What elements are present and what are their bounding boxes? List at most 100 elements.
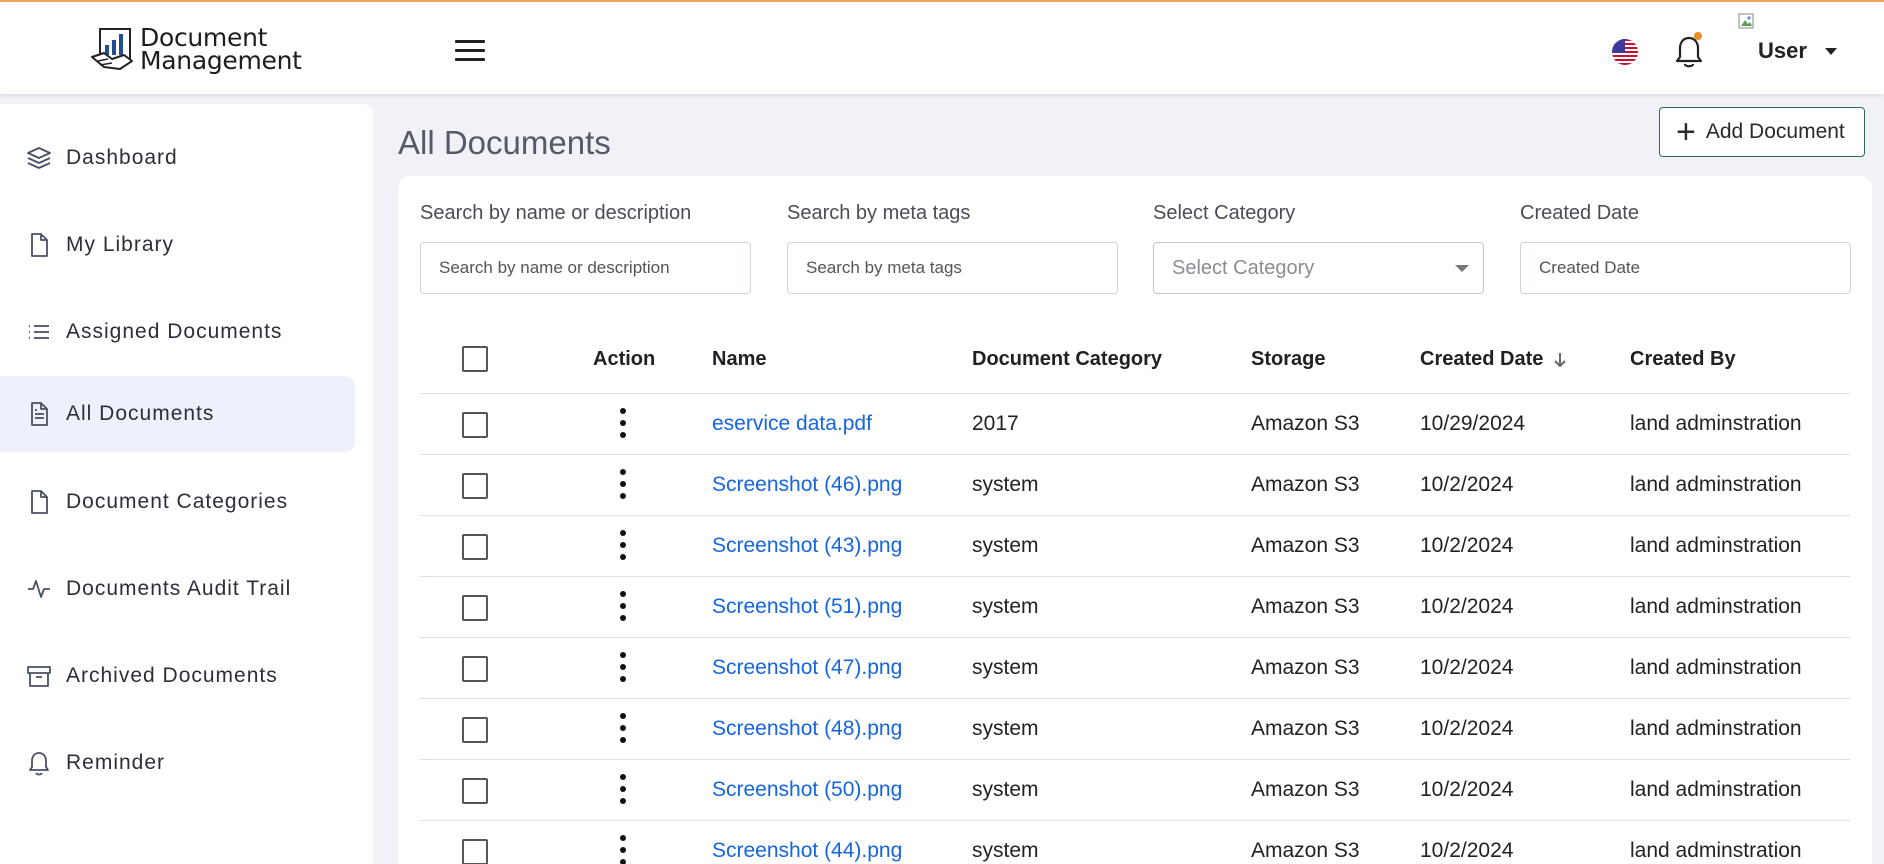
- select-all-checkbox[interactable]: [462, 346, 488, 372]
- sidebar-item-label: Reminder: [66, 751, 166, 774]
- column-header-created-date[interactable]: Created Date: [1420, 348, 1569, 371]
- document-category-cell: system: [972, 473, 1039, 496]
- column-header-storage[interactable]: Storage: [1251, 348, 1325, 371]
- created-date-cell: 10/2/2024: [1420, 778, 1514, 801]
- user-menu[interactable]: User: [1758, 38, 1837, 64]
- created-by-cell: land adminstration: [1630, 595, 1802, 618]
- document-name-link[interactable]: eservice data.pdf: [712, 412, 872, 436]
- column-header-created-by[interactable]: Created By: [1630, 348, 1736, 371]
- row-checkbox[interactable]: [462, 595, 488, 621]
- document-name-link[interactable]: Screenshot (46).png: [712, 473, 902, 497]
- sidebar-item-label: Documents Audit Trail: [66, 577, 292, 600]
- more-vertical-icon[interactable]: [618, 530, 628, 560]
- more-vertical-icon[interactable]: [618, 835, 628, 864]
- category-select-value: Select Category: [1172, 256, 1315, 279]
- document-name-link[interactable]: Screenshot (44).png: [712, 839, 902, 863]
- logo-icon: [91, 28, 133, 70]
- document-category-cell: system: [972, 778, 1039, 801]
- created-by-cell: land adminstration: [1630, 656, 1802, 679]
- column-header-name[interactable]: Name: [712, 348, 766, 371]
- more-vertical-icon[interactable]: [618, 652, 628, 682]
- name-search-input[interactable]: Search by name or description: [420, 242, 751, 294]
- created-by-cell: land adminstration: [1630, 839, 1802, 862]
- row-checkbox[interactable]: [462, 656, 488, 682]
- category-select[interactable]: Select Category: [1153, 242, 1484, 294]
- arrow-down-icon: [1554, 352, 1567, 367]
- created-by-cell: land adminstration: [1630, 717, 1802, 740]
- documents-card: Search by name or description Search by …: [398, 176, 1872, 864]
- table-row: Screenshot (48).png system Amazon S3 10/2/2…: [420, 699, 1850, 760]
- document-name-link[interactable]: Screenshot (47).png: [712, 656, 902, 680]
- sidebar-item-archived-documents[interactable]: Archived Documents: [0, 638, 355, 714]
- row-checkbox[interactable]: [462, 839, 488, 864]
- created-date-placeholder: Created Date: [1539, 258, 1641, 277]
- created-date-cell: 10/2/2024: [1420, 717, 1514, 740]
- sidebar-item-documents-audit-trail[interactable]: Documents Audit Trail: [0, 551, 355, 627]
- created-date-cell: 10/29/2024: [1420, 412, 1526, 435]
- storage-cell: Amazon S3: [1251, 656, 1360, 679]
- more-vertical-icon[interactable]: [618, 774, 628, 804]
- storage-cell: Amazon S3: [1251, 595, 1360, 618]
- page-title: All Documents: [398, 124, 611, 161]
- sidebar-item-my-library[interactable]: My Library: [0, 207, 355, 283]
- category-select-label: Select Category: [1153, 202, 1296, 224]
- storage-cell: Amazon S3: [1251, 778, 1360, 801]
- table-row: Screenshot (50).png system Amazon S3 10/2/2…: [420, 760, 1850, 821]
- document-name-link[interactable]: Screenshot (43).png: [712, 534, 902, 558]
- document-name-link[interactable]: Screenshot (50).png: [712, 778, 902, 802]
- storage-cell: Amazon S3: [1251, 839, 1360, 862]
- sidebar-item-label: Document Categories: [66, 490, 289, 513]
- created-date-cell: 10/2/2024: [1420, 656, 1514, 679]
- column-header-category[interactable]: Document Category: [972, 348, 1162, 371]
- document-category-cell: system: [972, 839, 1039, 862]
- meta-tags-input[interactable]: Search by meta tags: [787, 242, 1118, 294]
- avatar[interactable]: [1737, 10, 1759, 32]
- add-document-label: Add Document: [1705, 120, 1845, 143]
- created-date-cell: 10/2/2024: [1420, 595, 1514, 618]
- sidebar-item-assigned-documents[interactable]: Assigned Documents: [0, 294, 355, 370]
- row-checkbox[interactable]: [462, 778, 488, 804]
- sidebar-item-document-categories[interactable]: Document Categories: [0, 464, 355, 540]
- table-row: Screenshot (51).png system Amazon S3 10/2/2…: [420, 577, 1850, 638]
- plus-icon: +: [1676, 113, 1696, 151]
- table-row: Screenshot (44).png system Amazon S3 10/2/2…: [420, 821, 1850, 864]
- more-vertical-icon[interactable]: [618, 713, 628, 743]
- more-vertical-icon[interactable]: [618, 469, 628, 499]
- sidebar-item-all-documents[interactable]: All Documents: [0, 376, 355, 452]
- storage-cell: Amazon S3: [1251, 412, 1360, 435]
- document-name-link[interactable]: Screenshot (48).png: [712, 717, 902, 741]
- activity-icon: [26, 576, 52, 602]
- add-document-button[interactable]: + Add Document: [1659, 107, 1865, 157]
- table-row: Screenshot (47).png system Amazon S3 10/2/2…: [420, 638, 1850, 699]
- column-header-action: Action: [593, 348, 656, 370]
- created-date-cell: 10/2/2024: [1420, 473, 1514, 496]
- archive-icon: [26, 663, 52, 689]
- sidebar: Dashboard My Library Assigned Documents …: [0, 104, 373, 864]
- meta-tags-placeholder: Search by meta tags: [806, 258, 962, 277]
- created-date-input[interactable]: Created Date: [1520, 242, 1851, 294]
- created-date-cell: 10/2/2024: [1420, 839, 1514, 862]
- bell-icon: [26, 750, 52, 776]
- column-header-created-date-label: Created Date: [1420, 348, 1544, 370]
- sidebar-item-label: Assigned Documents: [66, 320, 283, 343]
- table-row: Screenshot (43).png system Amazon S3 10/2/2…: [420, 516, 1850, 577]
- row-checkbox[interactable]: [462, 412, 488, 438]
- row-checkbox[interactable]: [462, 473, 488, 499]
- app-logo[interactable]: Document Management: [90, 22, 320, 76]
- document-name-link[interactable]: Screenshot (51).png: [712, 595, 902, 619]
- row-checkbox[interactable]: [462, 717, 488, 743]
- meta-tags-label: Search by meta tags: [787, 202, 971, 224]
- more-vertical-icon[interactable]: [618, 408, 628, 438]
- storage-cell: Amazon S3: [1251, 717, 1360, 740]
- top-bar: Document Management User: [0, 0, 1884, 94]
- notification-bell-icon[interactable]: [1674, 32, 1704, 70]
- file-icon: [26, 489, 52, 515]
- row-checkbox[interactable]: [462, 534, 488, 560]
- created-date-label: Created Date: [1520, 202, 1639, 224]
- sidebar-item-dashboard[interactable]: Dashboard: [0, 120, 355, 196]
- sidebar-item-reminder[interactable]: Reminder: [0, 725, 355, 801]
- more-vertical-icon[interactable]: [618, 591, 628, 621]
- us-flag-icon[interactable]: [1612, 39, 1638, 65]
- menu-toggle-icon[interactable]: [455, 40, 485, 64]
- chevron-down-icon: [1824, 47, 1837, 55]
